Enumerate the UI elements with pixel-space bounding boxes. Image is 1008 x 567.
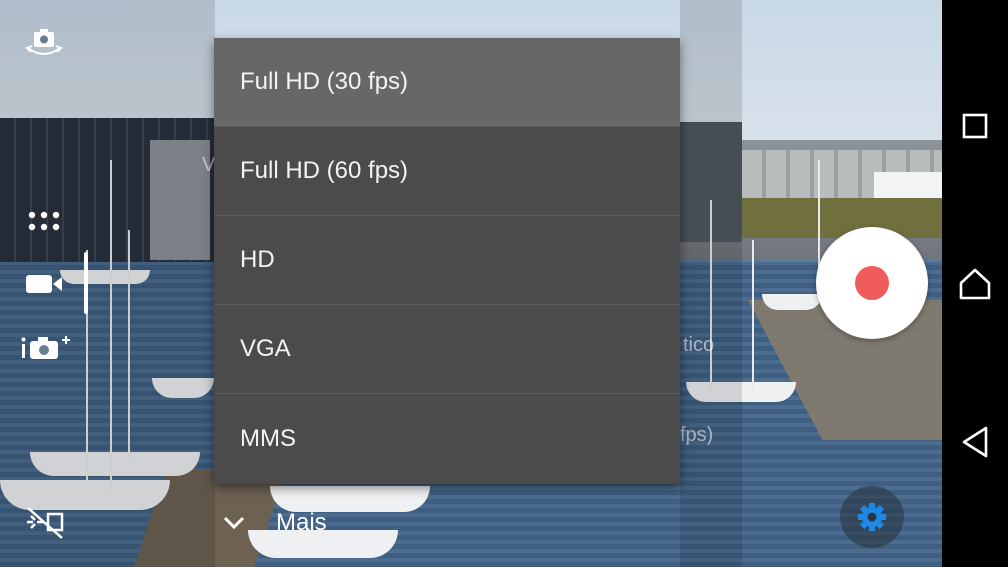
menu-item-full-hd-60fps[interactable]: Full HD (60 fps)	[214, 127, 680, 216]
settings-button[interactable]	[840, 486, 904, 548]
controls-scrim	[680, 0, 742, 567]
more-label: Mais	[276, 509, 327, 536]
navigation-bar	[942, 0, 1008, 567]
background-tent	[874, 172, 942, 198]
gear-icon	[856, 501, 888, 533]
record-icon	[855, 266, 889, 300]
flash-off-icon[interactable]	[24, 504, 66, 540]
background-mast	[752, 240, 754, 390]
more-button[interactable]: Mais	[214, 500, 327, 546]
background-boat	[762, 294, 822, 310]
menu-item-full-hd-30fps[interactable]: Full HD (30 fps)	[214, 38, 680, 127]
recent-apps-icon[interactable]	[942, 96, 1008, 156]
video-resolution-menu: Full HD (30 fps) Full HD (60 fps) HD VGA…	[214, 38, 680, 484]
mode-indicator	[84, 252, 88, 314]
back-icon[interactable]	[942, 412, 1008, 472]
menu-item-hd[interactable]: HD	[214, 216, 680, 305]
menu-item-mms[interactable]: MMS	[214, 394, 680, 483]
grid-dots-icon[interactable]	[26, 208, 62, 234]
background-label: tico	[683, 334, 715, 356]
background-label: fps)	[680, 424, 714, 446]
photo-plus-icon[interactable]	[18, 332, 72, 362]
chevron-down-icon	[222, 515, 246, 531]
video-camera-icon[interactable]	[24, 270, 66, 298]
switch-camera-icon[interactable]	[24, 26, 64, 60]
background-field	[742, 198, 942, 238]
record-button[interactable]	[816, 227, 928, 339]
home-icon[interactable]	[942, 254, 1008, 314]
menu-item-vga[interactable]: VGA	[214, 305, 680, 394]
